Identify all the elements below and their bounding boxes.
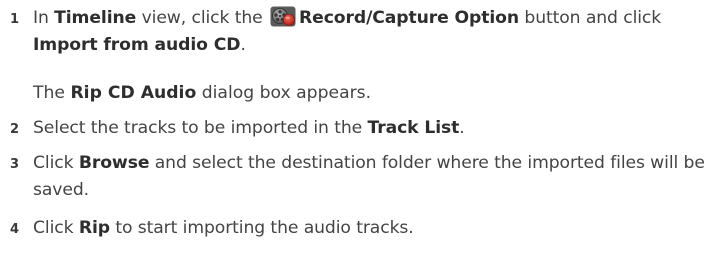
step-text: Click Browse and select the destination …	[33, 150, 713, 203]
bold-term-browse: Browse	[78, 153, 150, 173]
step-text: Click Rip to start importing the audio t…	[33, 215, 713, 242]
text-run: .	[459, 118, 465, 138]
text-run: Click	[33, 218, 79, 238]
text-run: The	[33, 83, 71, 103]
bold-term-record-capture-option: Record/Capture Option	[299, 8, 520, 28]
step-number: 4	[10, 222, 20, 237]
text-run: .	[240, 34, 246, 55]
step-number: 1	[10, 12, 20, 27]
bold-term-rip: Rip	[78, 218, 110, 238]
bold-term-track-list: Track List	[367, 118, 460, 138]
bold-term-timeline: Timeline	[54, 8, 137, 28]
text-run: view, click the	[136, 8, 269, 28]
step-1-result: The Rip CD Audio dialog box appears.	[33, 80, 371, 106]
step-4: 4 Click Rip to start importing the audio…	[0, 215, 715, 245]
bold-term-rip-cd-audio: Rip CD Audio	[70, 83, 197, 103]
step-2: 2 Select the tracks to be imported in th…	[0, 115, 715, 145]
text-run: Click	[33, 153, 79, 173]
step-text: Select the tracks to be imported in the …	[33, 115, 713, 142]
step-text: In Timeline view, click the Record/Captu…	[33, 5, 713, 58]
step-1: 1 In Timeline view, click the Record/Cap…	[0, 5, 715, 65]
text-run: Select the tracks to be imported in the	[33, 118, 368, 138]
film-reel-record-icon	[270, 6, 296, 27]
text-run: In	[33, 8, 55, 28]
step-number: 2	[10, 122, 20, 137]
step-number: 3	[10, 157, 20, 172]
bold-term-import-from-audio-cd: Import from audio CD	[33, 34, 241, 55]
text-run: button and click	[519, 8, 662, 28]
step-3: 3 Click Browse and select the destinatio…	[0, 150, 715, 210]
text-run: dialog box appears.	[196, 83, 372, 103]
instruction-steps: 1 In Timeline view, click the Record/Cap…	[0, 0, 715, 260]
text-run: to start importing the audio tracks.	[109, 218, 414, 238]
